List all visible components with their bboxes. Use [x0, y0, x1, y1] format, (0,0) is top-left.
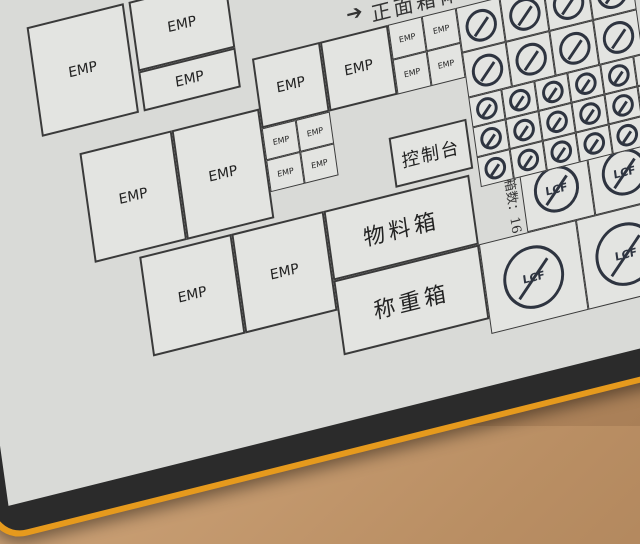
emp-cell-small[interactable]: EMP [300, 143, 338, 183]
no-entry-icon [574, 70, 598, 97]
no-entry-icon: LCF [591, 216, 640, 293]
emp-cell[interactable]: EMP [79, 130, 187, 263]
no-entry-icon [483, 155, 507, 182]
no-entry-icon [607, 62, 631, 89]
lcf-label: LCF [522, 268, 546, 286]
no-entry-icon [600, 17, 636, 57]
lcf-label: LCF [612, 163, 636, 181]
no-entry-icon: LCF [499, 239, 568, 316]
header-arrow-icon: ➔ [344, 0, 364, 27]
no-entry-icon [469, 50, 505, 90]
no-entry-icon [463, 5, 499, 45]
no-entry-icon [578, 100, 602, 127]
no-entry-icon [545, 108, 569, 135]
lcf-label: LCF [614, 245, 638, 263]
no-entry-icon [615, 122, 639, 149]
no-entry-icon [594, 0, 630, 12]
emp-cell-small[interactable]: EMP [393, 51, 432, 94]
emp-cell-small[interactable]: EMP [427, 43, 466, 86]
no-entry-icon [513, 39, 549, 79]
no-entry-icon [512, 116, 536, 143]
no-entry-icon [507, 0, 543, 34]
lcf-label: LCF [545, 180, 569, 198]
no-entry-icon [611, 92, 635, 119]
no-entry-icon [479, 125, 503, 152]
no-entry-icon [508, 87, 532, 114]
emp-cell[interactable]: EMP [27, 3, 139, 137]
no-entry-icon [541, 78, 565, 105]
no-entry-icon [550, 0, 586, 23]
emp-cell[interactable]: EMP [172, 109, 275, 240]
emp-cell[interactable]: EMP [320, 25, 398, 112]
lcf-slot[interactable]: LCF [479, 220, 589, 334]
no-entry-icon [516, 146, 540, 173]
emp-cell-small[interactable]: EMP [266, 152, 304, 192]
emp-cell[interactable]: EMP [231, 211, 337, 334]
no-entry-icon [549, 138, 573, 165]
no-entry-icon [475, 95, 499, 122]
no-entry-icon [582, 130, 606, 157]
no-entry-icon [557, 28, 593, 68]
emp-cell[interactable]: EMP [139, 234, 245, 357]
